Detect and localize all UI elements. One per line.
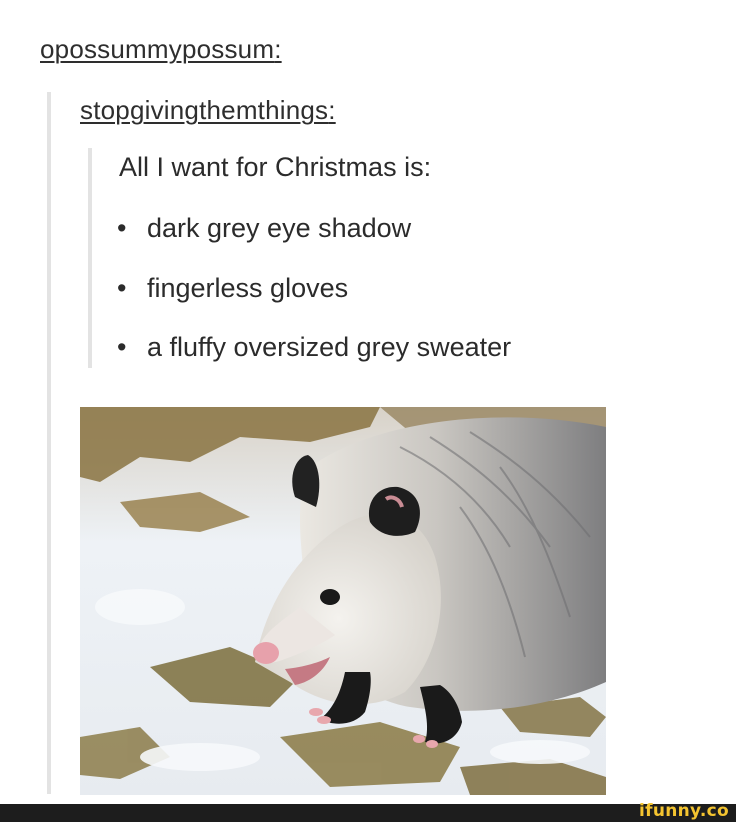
original-username[interactable]: stopgivingthemthings xyxy=(80,95,328,125)
list-item-text: dark grey eye shadow xyxy=(147,213,412,243)
eye xyxy=(320,589,340,605)
tumblr-post: opossummypossum: stopgivingthemthings: A… xyxy=(0,0,736,804)
original-username-link[interactable]: stopgivingthemthings: xyxy=(80,95,336,126)
wish-list: • dark grey eye shadow • fingerless glov… xyxy=(116,208,511,387)
nose xyxy=(253,642,279,664)
original-quote-bar xyxy=(88,148,92,368)
reblog-username[interactable]: opossummypossum xyxy=(40,34,274,64)
post-text: All I want for Christmas is: xyxy=(119,152,432,182)
list-item: • fingerless gloves xyxy=(116,268,511,328)
list-item-text: a fluffy oversized grey sweater xyxy=(147,332,512,362)
original-colon: : xyxy=(328,95,336,125)
ear-front xyxy=(368,486,420,536)
opossum-photo xyxy=(80,407,606,795)
reblog-username-link[interactable]: opossummypossum: xyxy=(40,34,282,65)
watermark-bar: ifunny.co xyxy=(0,801,736,822)
reblog-colon: : xyxy=(274,34,282,64)
ifunny-watermark: ifunny.co xyxy=(639,801,729,821)
list-item-text: fingerless gloves xyxy=(147,272,349,303)
bullet: • xyxy=(117,272,127,303)
bullet: • xyxy=(117,332,127,362)
list-item: • a fluffy oversized grey sweater xyxy=(116,327,511,387)
bullet: • xyxy=(117,213,127,243)
list-item: • dark grey eye shadow xyxy=(116,208,511,268)
reblog-quote-bar xyxy=(47,92,51,794)
